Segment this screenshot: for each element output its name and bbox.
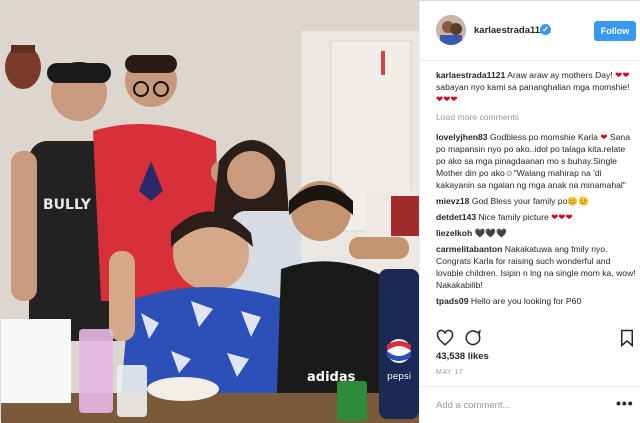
more-options-icon[interactable]: ••• bbox=[616, 395, 634, 411]
comment-hearts: 🖤🖤🖤 bbox=[474, 228, 507, 238]
action-bar bbox=[436, 329, 636, 348]
comment-icon[interactable] bbox=[464, 329, 482, 347]
comment-text: Nice family picture bbox=[478, 212, 549, 222]
caption-text: Araw araw ay mothers Day! bbox=[507, 70, 613, 80]
list-item: tpads09 Hello are you looking for P60 bbox=[436, 295, 636, 307]
comment-hearts: ❤❤❤ bbox=[551, 212, 573, 222]
comment-username[interactable]: detdet143 bbox=[436, 212, 476, 222]
bookmark-icon[interactable] bbox=[618, 329, 636, 348]
family-photo-illustration: BULLY PROOF adidas bbox=[1, 1, 419, 423]
heart-icon[interactable] bbox=[436, 329, 454, 347]
comment-username[interactable]: carmelitabanton bbox=[436, 244, 502, 254]
post-photo[interactable]: BULLY PROOF adidas bbox=[1, 1, 419, 423]
comment-username[interactable]: lovelyjhen83 bbox=[436, 132, 488, 142]
comment-text: Godbless po momshie Karla bbox=[489, 132, 598, 142]
post-date[interactable]: MAY 17 bbox=[436, 369, 463, 376]
bottle-brand-text: pepsi bbox=[387, 372, 411, 382]
follow-button[interactable]: Follow bbox=[594, 21, 636, 41]
load-more-comments-link[interactable]: Load more comments bbox=[436, 111, 636, 123]
comment-username[interactable]: tpads09 bbox=[436, 296, 468, 306]
comment-username[interactable]: liezelkoh bbox=[436, 228, 472, 238]
list-item: detdet143 Nice family picture ❤❤❤ bbox=[436, 211, 636, 223]
add-comment-input[interactable]: Add a comment... bbox=[436, 400, 510, 411]
instagram-post: BULLY PROOF adidas bbox=[0, 0, 640, 423]
verified-icon: ✓ bbox=[540, 24, 551, 35]
list-item: lovelyjhen83 Godbless po momshie Karla ❤… bbox=[436, 131, 636, 191]
caption-text-2: sabayan nyo kami sa pananghalian mga mom… bbox=[436, 82, 630, 92]
post-header: karlaestrada1121 ✓ Follow bbox=[420, 1, 640, 61]
add-comment-bar: Add a comment... ••• bbox=[420, 386, 640, 423]
likes-count[interactable]: 43,538 likes bbox=[436, 351, 489, 362]
caption-hearts-2: ❤❤❤ bbox=[436, 94, 458, 104]
caption-username[interactable]: karlaestrada1121 bbox=[436, 70, 505, 80]
comment-text: God Bless your family po😊😊 bbox=[471, 196, 589, 206]
list-item: mievz18 God Bless your family po😊😊 bbox=[436, 195, 636, 207]
avatar[interactable] bbox=[436, 15, 466, 45]
caption: karlaestrada1121 Araw araw ay mothers Da… bbox=[436, 69, 636, 105]
caption-hearts: ❤❤ bbox=[615, 70, 630, 80]
comment-username[interactable]: mievz18 bbox=[436, 196, 469, 206]
list-item: liezelkoh 🖤🖤🖤 bbox=[436, 227, 636, 239]
heart-emoji-icon: ❤ bbox=[600, 132, 608, 142]
post-side-panel: karlaestrada1121 ✓ Follow karlaestrada11… bbox=[419, 1, 640, 423]
comments-list: karlaestrada1121 Araw araw ay mothers Da… bbox=[436, 69, 636, 331]
comment-text: Hello are you looking for P60 bbox=[470, 296, 582, 306]
list-item: carmelitabanton Nakakatuwa ang fmily nyo… bbox=[436, 243, 636, 291]
